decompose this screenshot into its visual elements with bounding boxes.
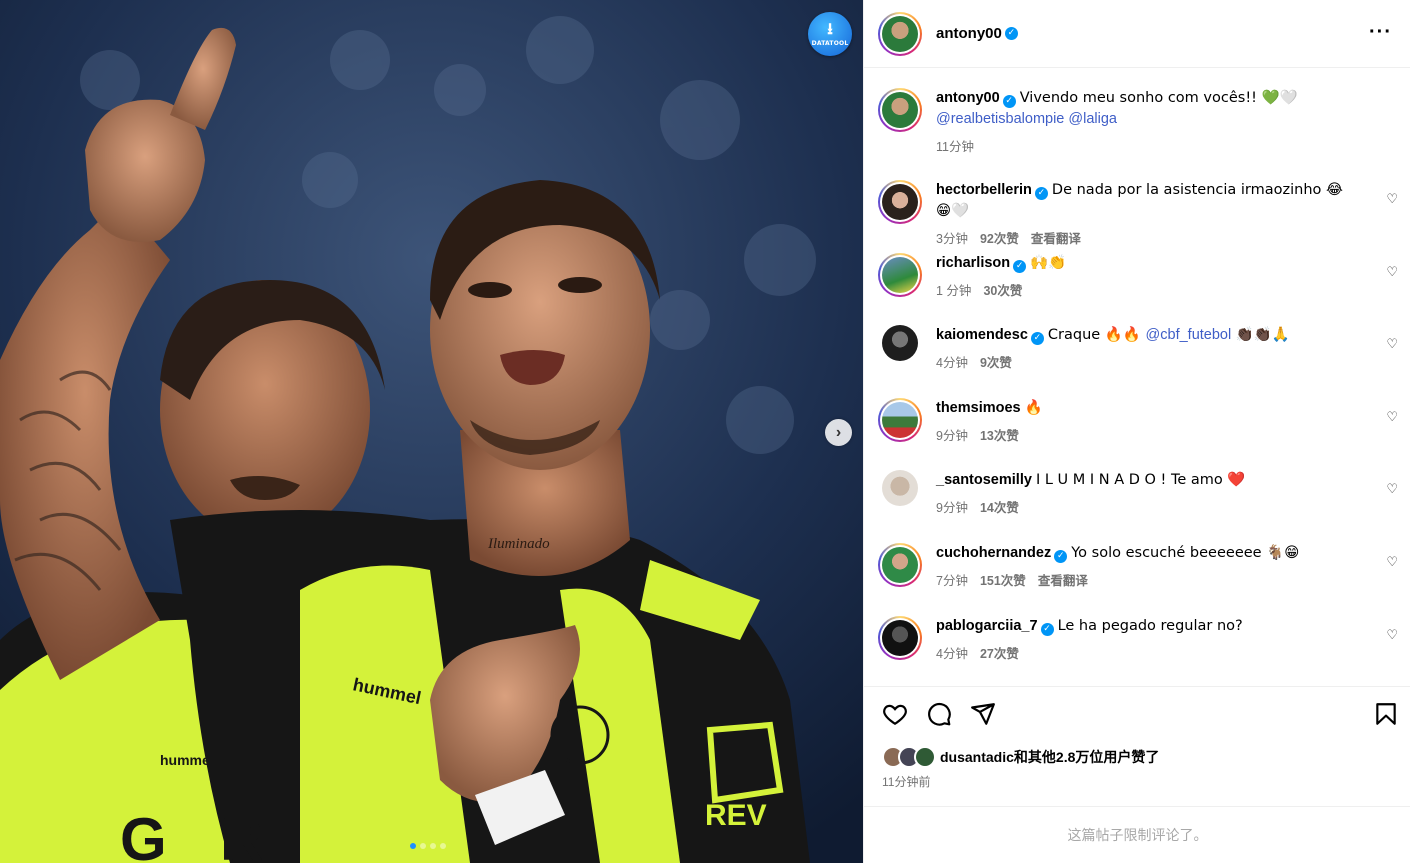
comment-time: 9分钟 [936,501,968,515]
comment-text: Yo solo escuché beeeeeee 🐐😁 [1071,545,1300,561]
verified-icon: ✓ [1034,187,1048,200]
carousel-dot [440,843,446,849]
comment-avatar[interactable] [878,180,922,224]
comment-username[interactable]: richarlison [936,255,1010,271]
heart-icon[interactable]: ♡ [1386,482,1398,497]
carousel-dot [420,843,426,849]
comments-limited-notice: 这篇帖子限制评论了。 [864,806,1410,863]
carousel-dot [430,843,436,849]
svg-text:R: R [220,806,263,863]
caption-username[interactable]: antony00 [936,90,1000,106]
translate-link[interactable]: 查看翻译 [1031,228,1081,247]
heart-icon[interactable]: ♡ [1386,265,1398,280]
comment-item: _santosemilly I L U M I N A D O ! Te amo… [878,470,1398,516]
mention-link[interactable]: @realbetisbalompie [936,111,1064,127]
comment-item: pablogarciia_7 ✓ Le ha pegado regular no?… [878,616,1398,662]
post-photo: REV G R [0,0,863,863]
comment-username[interactable]: hectorbellerin [936,182,1032,198]
post-header: antony00 ✓ ··· [864,0,1410,68]
download-badge-label: DATATOOL [811,39,849,47]
comment-likes[interactable]: 151次赞 [980,570,1026,589]
comment-time: 3分钟 [936,232,968,246]
caption-avatar[interactable] [878,88,922,132]
verified-icon: ✓ [1030,332,1044,345]
comment-username[interactable]: themsimoes [936,400,1021,416]
comment-avatar[interactable] [878,253,922,297]
chevron-right-icon: › [835,423,842,441]
heart-icon[interactable]: ♡ [1386,410,1398,425]
comment-item: hectorbellerin ✓ De nada por la asistenci… [878,180,1398,247]
comment-text-2: 👏🏿👏🏿🙏 [1231,327,1290,343]
comment-item: kaiomendesc ✓ Craque 🔥🔥 @cbf_futebol 👏🏿👏🏿… [878,325,1398,371]
next-image-button[interactable]: › [825,419,852,446]
translate-link[interactable]: 查看翻译 [1038,570,1088,589]
comment-username[interactable]: pablogarciia_7 [936,618,1038,634]
heart-icon[interactable]: ♡ [1386,555,1398,570]
comment-time: 4分钟 [936,356,968,370]
verified-icon: ✓ [1040,623,1054,636]
comment-text: 🔥 [1024,400,1043,416]
post-time: 11分钟前 [882,775,931,789]
download-badge[interactable]: ⭳ DATATOOL [808,12,852,56]
comment-likes[interactable]: 9次赞 [980,352,1012,371]
comment-text: Craque 🔥🔥 [1047,327,1146,343]
comment-avatar[interactable] [882,325,918,361]
mention-link[interactable]: @laliga [1068,111,1117,127]
comment-avatar[interactable] [878,616,922,660]
author-avatar[interactable] [878,11,922,56]
post-sidebar: antony00 ✓ ··· antony00 ✓ Vivendo meu son… [863,0,1410,863]
comment-avatar[interactable] [878,543,922,587]
heart-icon[interactable]: ♡ [1386,628,1398,643]
comment-time: 7分钟 [936,574,968,588]
comment-time: 4分钟 [936,647,968,661]
comment-username[interactable]: _santosemilly [936,472,1032,488]
post-actions: dusantadic和其他2.8万位用户赞了 11分钟前 [864,686,1410,806]
comment-text: I L U M I N A D O ! Te amo ❤️ [1035,472,1246,488]
comment-time: 1 分钟 [936,284,972,298]
comment-likes[interactable]: 92次赞 [980,228,1019,247]
comment-likes[interactable]: 14次赞 [980,497,1019,516]
heart-icon[interactable]: ♡ [1386,337,1398,352]
svg-text:G: G [120,806,167,863]
comment-time: 9分钟 [936,429,968,443]
comment-item: cuchohernandez ✓ Yo solo escuché beeeeeee… [878,543,1398,589]
comment-likes[interactable]: 13次赞 [980,425,1019,444]
comment-text: Le ha pegado regular no? [1057,618,1243,634]
verified-icon: ✓ [1013,260,1027,273]
caption: antony00 ✓ Vivendo meu sonho com vocês!! … [878,88,1398,155]
comment-avatar[interactable] [878,398,922,442]
comment-icon[interactable] [926,701,952,727]
likes-text[interactable]: dusantadic和其他2.8万位用户赞了 [940,747,1159,767]
verified-icon: ✓ [1002,95,1016,108]
comment-text: 🙌👏 [1030,255,1067,271]
comment-avatar[interactable] [882,470,918,506]
verified-icon: ✓ [1054,550,1068,563]
likes-summary[interactable]: dusantadic和其他2.8万位用户赞了 [882,746,1159,768]
comment-item: richarlison ✓ 🙌👏 1 分钟 30次赞 ♡ [878,253,1398,299]
author-username[interactable]: antony00 [936,25,1002,42]
post-media[interactable]: REV G R hummel hummel Iluminado ⭳ DATATO… [0,0,863,863]
carousel-indicator [410,843,446,849]
comments-list[interactable]: antony00 ✓ Vivendo meu sonho com vocês!! … [864,68,1410,686]
mention-link[interactable]: @cbf_futebol [1146,327,1232,343]
carousel-dot [410,843,416,849]
download-icon: ⭳ [827,20,833,38]
caption-time: 11分钟 [936,140,974,154]
verified-icon: ✓ [1004,27,1018,40]
comment-item: themsimoes 🔥 9分钟 13次赞 ♡ [878,398,1398,444]
caption-text: Vivendo meu sonho com vocês!! 💚🤍 [1019,90,1298,106]
heart-icon[interactable]: ♡ [1386,192,1398,207]
more-horizontal-icon[interactable]: ··· [1369,22,1392,42]
svg-text:REV: REV [705,799,767,832]
bookmark-icon[interactable] [1373,701,1399,727]
send-icon[interactable] [970,701,996,727]
comment-username[interactable]: cuchohernandez [936,545,1051,561]
liker-avatar [914,746,936,768]
comment-likes[interactable]: 27次赞 [980,643,1019,662]
comment-likes[interactable]: 30次赞 [983,280,1022,299]
heart-icon[interactable] [882,701,908,727]
comment-username[interactable]: kaiomendesc [936,327,1028,343]
